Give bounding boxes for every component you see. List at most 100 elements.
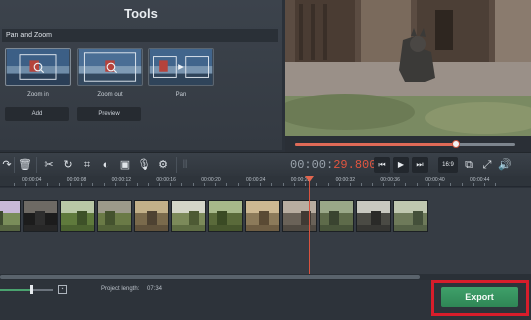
color-adjust-icon[interactable]: ◐: [99, 158, 113, 172]
preview-button[interactable]: Preview: [77, 107, 141, 121]
ruler-tick: [338, 183, 340, 186]
ruler-tick: [80, 183, 82, 186]
ruler-tick: [271, 183, 272, 186]
seek-track[interactable]: [295, 140, 515, 148]
tools-title: Tools: [124, 6, 158, 21]
timeline-zoom-track[interactable]: [33, 289, 53, 291]
ruler-tick: [125, 183, 127, 186]
ruler-tick: [394, 183, 396, 186]
ruler-tick: [450, 183, 452, 186]
ruler-tick: [69, 183, 71, 186]
ruler-tick: [372, 183, 374, 186]
ruler-tick: [193, 183, 195, 186]
tools-panel: Tools Pan and Zoom Zoom in Zoom out Pan …: [0, 0, 282, 150]
trash-icon[interactable]: 🗑: [18, 158, 32, 172]
timeline-clip[interactable]: [319, 200, 354, 232]
timeline-clip[interactable]: [23, 200, 58, 232]
toolbar-divider: [176, 157, 177, 173]
ruler-tick: [249, 183, 250, 186]
timeline-zoom-fill: [0, 289, 31, 291]
seek-progress: [295, 143, 456, 146]
redo-icon[interactable]: ↷: [0, 158, 14, 172]
timecode-display: 00:00:29.800: [290, 158, 376, 172]
timeline-playhead[interactable]: [309, 176, 310, 274]
ruler-tick: [181, 183, 183, 186]
timeline-clip[interactable]: [208, 200, 243, 232]
fit-timeline-icon[interactable]: ▪: [58, 285, 67, 294]
ruler-tick: [360, 183, 362, 186]
ruler-tick: [47, 183, 48, 186]
timeline-ruler[interactable]: 00:00:04 00:00:08 00:00:12 00:00:16 00:00:20…: [0, 176, 531, 187]
seek-bar[interactable]: [285, 136, 531, 152]
ruler-tick: [315, 183, 317, 186]
timeline-clip[interactable]: [393, 200, 428, 232]
timeline-clip[interactable]: [245, 200, 280, 232]
toolbar-divider: [36, 157, 37, 173]
crop-icon[interactable]: ⌗: [80, 158, 94, 172]
ruler-tick: [462, 183, 463, 186]
ruler-tick: [91, 183, 93, 186]
microphone-icon[interactable]: 🎙: [137, 158, 151, 172]
ruler-tick: [495, 183, 496, 186]
ruler-tick: [383, 183, 385, 186]
project-length-label: Project length:: [101, 286, 140, 292]
play-button[interactable]: ▶: [393, 157, 409, 173]
image-icon[interactable]: ▣: [118, 158, 132, 172]
ruler-tick: [439, 183, 441, 186]
skip-forward-button[interactable]: ⏭: [412, 157, 428, 173]
add-button[interactable]: Add: [5, 107, 69, 121]
preset-zoom-out[interactable]: [77, 48, 143, 86]
ruler-tick: [260, 183, 261, 186]
ruler-tick: [473, 183, 474, 186]
pan-zoom-section-header: Pan and Zoom: [2, 29, 278, 42]
skip-back-button[interactable]: ⏮: [374, 157, 390, 173]
timeline-clip[interactable]: [356, 200, 391, 232]
toolbar-divider: [14, 157, 15, 173]
preset-zoom-in-label: Zoom in: [27, 92, 49, 98]
seek-handle[interactable]: [451, 140, 460, 148]
gear-icon[interactable]: ⚙: [156, 158, 170, 172]
rotate-icon[interactable]: ↻: [61, 158, 75, 172]
timecode-prefix: 00:00:: [290, 158, 334, 172]
ruler-tick: [405, 183, 407, 186]
video-preview[interactable]: [285, 0, 531, 136]
grip-icon: ⦀: [182, 159, 188, 171]
timeline-clip[interactable]: [97, 200, 132, 232]
ruler-tick: [226, 183, 228, 186]
timeline-zoom-handle[interactable]: [30, 285, 33, 294]
timeline-track-area[interactable]: [0, 188, 531, 274]
ruler-tick: [103, 183, 105, 186]
timecode-current: 29.800: [333, 158, 377, 172]
zoom-in-thumbnail: [6, 49, 70, 85]
timeline-clip[interactable]: [282, 200, 317, 232]
timeline-clip[interactable]: [134, 200, 169, 232]
export-button[interactable]: Export: [441, 287, 518, 307]
project-length-value: 07:34: [147, 286, 163, 292]
timeline-clip[interactable]: [60, 200, 95, 232]
preset-zoom-out-label: Zoom out: [97, 92, 123, 98]
volume-icon[interactable]: 🔊: [498, 158, 512, 172]
scissors-icon[interactable]: ✂: [42, 158, 56, 172]
preset-zoom-in[interactable]: [5, 48, 71, 86]
ruler-tick: [215, 183, 217, 186]
ruler-tick: [349, 183, 351, 186]
ruler-tick: [159, 183, 161, 186]
edit-toolbar: ↷ 🗑 ✂ ↻ ⌗ ◐ ▣ 🎙 ⚙ ⦀ 00:00:29.800 ⏮ ▶ ⏭ 1…: [0, 152, 531, 176]
preset-pan-label: Pan: [175, 92, 187, 98]
aspect-ratio-button[interactable]: 16:9: [438, 157, 458, 173]
external-window-icon[interactable]: ⧉: [462, 158, 476, 172]
ruler-tick: [238, 183, 239, 186]
timeline-clip[interactable]: [0, 200, 21, 232]
timeline-scrollbar-thumb[interactable]: [0, 275, 420, 279]
pan-thumbnail: [149, 49, 213, 85]
video-editor-window: Tools Pan and Zoom Zoom in Zoom out Pan …: [0, 0, 531, 320]
ruler-tick: [25, 183, 26, 186]
ruler-tick: [36, 183, 37, 186]
ruler-tick: [170, 183, 172, 186]
preset-pan[interactable]: [148, 48, 214, 86]
timeline-clip[interactable]: [171, 200, 206, 232]
ruler-tick: [428, 183, 430, 186]
fullscreen-icon[interactable]: ⤢: [480, 158, 494, 172]
ruler-tick: [114, 183, 116, 186]
ruler-tick: [282, 183, 284, 186]
